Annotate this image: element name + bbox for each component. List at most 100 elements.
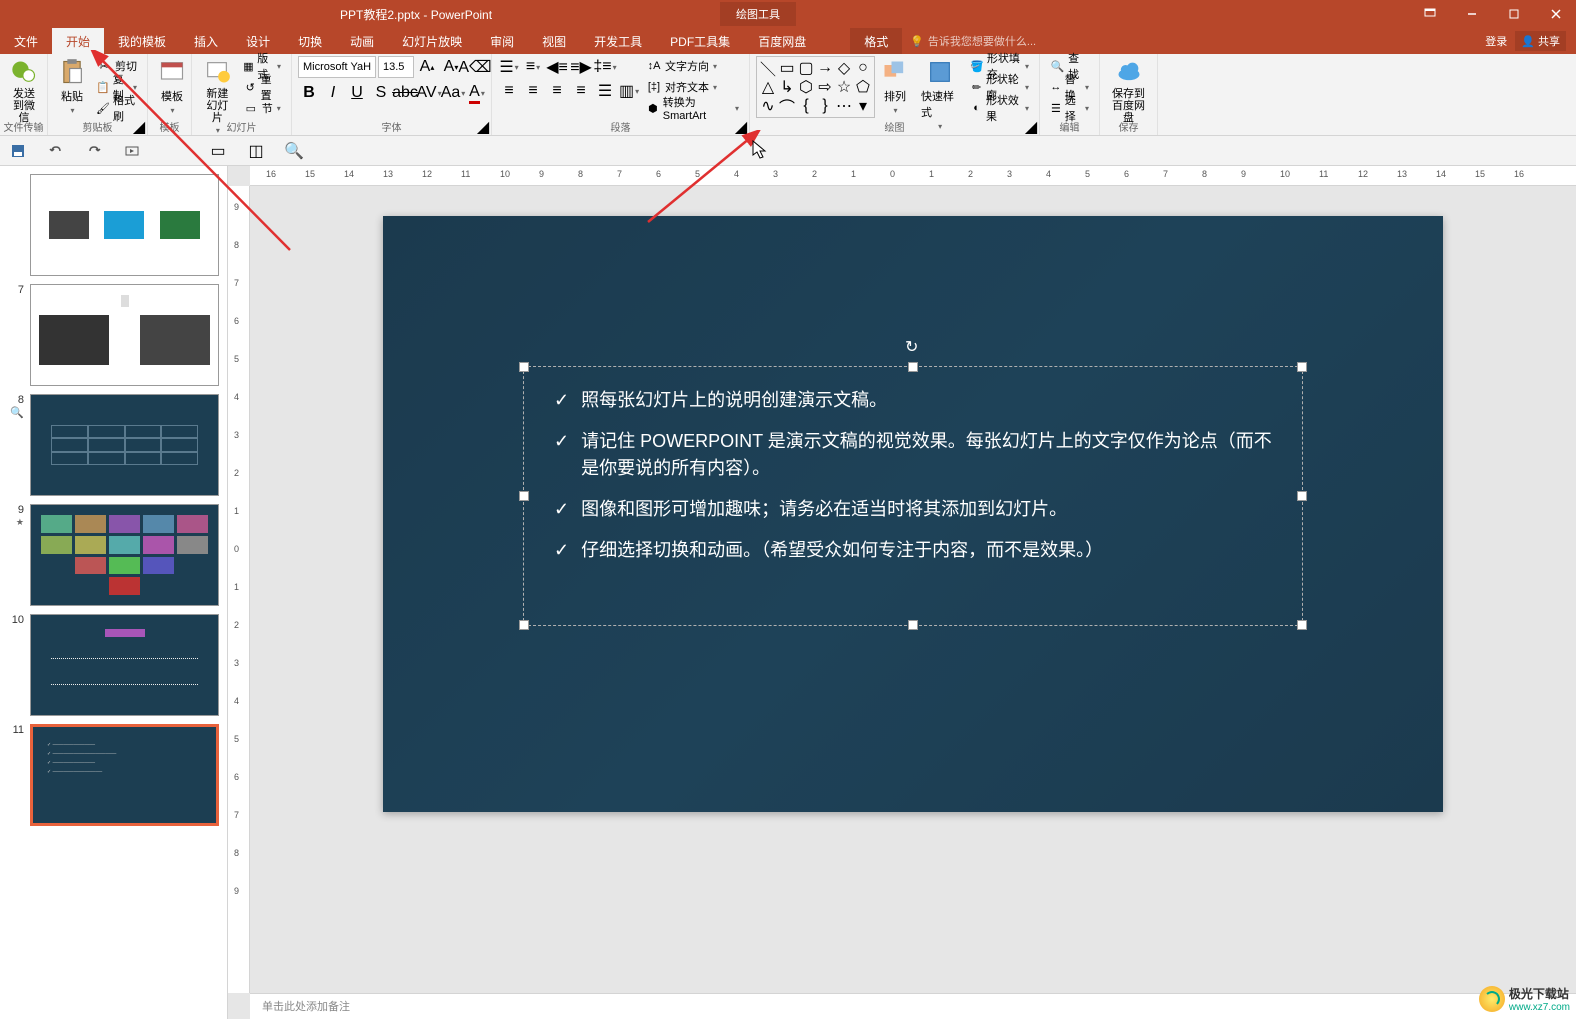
shape-triangle-icon[interactable]: △: [759, 78, 777, 96]
justify-button[interactable]: ≡: [570, 80, 592, 102]
rotate-handle-icon[interactable]: ↻: [905, 337, 921, 353]
slide-thumb-7[interactable]: [30, 284, 219, 386]
align-center-button[interactable]: ≡: [522, 80, 544, 102]
change-case-button[interactable]: Aa▾: [442, 82, 464, 104]
bullet-text-1[interactable]: 照每张幻灯片上的说明创建演示文稿。: [581, 387, 887, 414]
clear-format-button[interactable]: A⌫: [464, 56, 486, 78]
font-name-select[interactable]: [298, 56, 376, 78]
slide-thumb-11[interactable]: ✓ ──────────── ✓ ────────────────── ✓ ──…: [30, 724, 219, 826]
tab-transition[interactable]: 切换: [284, 28, 336, 54]
shape-rect2-icon[interactable]: ▢: [797, 59, 815, 77]
tab-format[interactable]: 格式: [850, 28, 902, 54]
line-spacing-button[interactable]: ‡≡▾: [594, 56, 616, 78]
shape-star-icon[interactable]: ☆: [835, 78, 853, 96]
tab-slideshow[interactable]: 幻灯片放映: [388, 28, 476, 54]
share-button[interactable]: 👤 共享: [1515, 31, 1566, 51]
qat-btn-b[interactable]: ◫: [246, 141, 266, 161]
shapes-gallery[interactable]: ＼ ▭ ▢ → ◇ ○ △ ↳ ⬡ ⇨ ☆ ⬠ ∿ ⌒ { } ⋯ ▾: [756, 56, 875, 118]
shape-callout-icon[interactable]: ⬠: [854, 78, 872, 96]
reset-button[interactable]: ↺重置: [239, 77, 285, 97]
arrange-button[interactable]: 排列▾: [877, 56, 913, 117]
bullets-button[interactable]: ☰▾: [498, 56, 520, 78]
font-size-select[interactable]: [378, 56, 414, 78]
minimize-button[interactable]: [1452, 0, 1492, 28]
horizontal-ruler[interactable]: 1615141312111098765432101234567891011121…: [250, 166, 1576, 186]
resize-handle-bm[interactable]: [908, 620, 918, 630]
send-to-wechat-button[interactable]: 发送 到微信: [6, 56, 42, 126]
bold-button[interactable]: B: [298, 82, 320, 104]
shape-expand-icon[interactable]: ▾: [854, 97, 872, 115]
save-button[interactable]: [8, 141, 28, 161]
ribbon-options-icon[interactable]: [1410, 0, 1450, 28]
format-painter-button[interactable]: 🖌格式刷: [92, 98, 141, 118]
content-text-box[interactable]: ↻ ✓照每张幻灯片上的说明创建演示文稿。 ✓请记住 POWERPOINT 是演示…: [523, 366, 1303, 626]
resize-handle-tr[interactable]: [1297, 362, 1307, 372]
shape-brace-icon[interactable]: {: [797, 97, 815, 115]
font-launcher[interactable]: ◢: [477, 121, 489, 133]
resize-handle-br[interactable]: [1297, 620, 1307, 630]
tab-review[interactable]: 审阅: [476, 28, 528, 54]
drawing-launcher[interactable]: ◢: [1025, 121, 1037, 133]
shadow-button[interactable]: S: [370, 82, 392, 104]
resize-handle-mr[interactable]: [1297, 491, 1307, 501]
start-from-beginning-button[interactable]: [122, 141, 142, 161]
slide-thumb-9[interactable]: [30, 504, 219, 606]
shape-oval-icon[interactable]: ○: [854, 59, 872, 77]
qat-btn-c[interactable]: 🔍: [284, 141, 304, 161]
vertical-ruler[interactable]: 9876543210123456789: [228, 186, 250, 993]
shape-arc-icon[interactable]: ⌒: [778, 97, 796, 115]
text-direction-button[interactable]: ↕A文字方向▾: [642, 56, 743, 76]
tab-developer[interactable]: 开发工具: [580, 28, 656, 54]
clipboard-launcher[interactable]: ◢: [133, 121, 145, 133]
resize-handle-tm[interactable]: [908, 362, 918, 372]
char-spacing-button[interactable]: AV▾: [418, 82, 440, 104]
bullet-text-2[interactable]: 请记住 POWERPOINT 是演示文稿的视觉效果。每张幻灯片上的文字仅作为论点…: [581, 428, 1272, 482]
shape-more-icon[interactable]: ⋯: [835, 97, 853, 115]
shape-effect-button[interactable]: ◐形状效果▾: [966, 98, 1033, 118]
select-button[interactable]: ☰选择▾: [1046, 98, 1093, 118]
slide-thumb-8[interactable]: [30, 394, 219, 496]
shape-hexagon-icon[interactable]: ⬡: [797, 78, 815, 96]
save-baidu-button[interactable]: 保存到 百度网盘: [1106, 56, 1151, 126]
align-left-button[interactable]: ≡: [498, 80, 520, 102]
shape-curve-icon[interactable]: ∿: [759, 97, 777, 115]
tab-pdf[interactable]: PDF工具集: [656, 28, 744, 54]
resize-handle-ml[interactable]: [519, 491, 529, 501]
redo-button[interactable]: [84, 141, 104, 161]
columns-button[interactable]: ▥▾: [618, 80, 640, 102]
align-right-button[interactable]: ≡: [546, 80, 568, 102]
decrease-indent-button[interactable]: ◀≡: [546, 56, 568, 78]
font-color-button[interactable]: A▾: [466, 82, 488, 104]
shape-diamond-icon[interactable]: ◇: [835, 59, 853, 77]
tab-mytemplate[interactable]: 我的模板: [104, 28, 180, 54]
slide-canvas[interactable]: ↻ ✓照每张幻灯片上的说明创建演示文稿。 ✓请记住 POWERPOINT 是演示…: [383, 216, 1443, 812]
login-link[interactable]: 登录: [1485, 33, 1507, 49]
tab-baidu[interactable]: 百度网盘: [744, 28, 820, 54]
canvas-area[interactable]: ↻ ✓照每张幻灯片上的说明创建演示文稿。 ✓请记住 POWERPOINT 是演示…: [250, 186, 1576, 993]
strikethrough-button[interactable]: abc: [394, 82, 416, 104]
resize-handle-bl[interactable]: [519, 620, 529, 630]
paste-button[interactable]: 粘贴▾: [54, 56, 90, 117]
bullet-text-4[interactable]: 仔细选择切换和动画。（希望受众如何专注于内容，而不是效果。）: [581, 537, 1103, 564]
shape-arrow2-icon[interactable]: ⇨: [816, 78, 834, 96]
increase-font-button[interactable]: A▴: [416, 56, 438, 78]
notes-area[interactable]: 单击此处添加备注: [250, 993, 1576, 1019]
shape-rect-icon[interactable]: ▭: [778, 59, 796, 77]
close-button[interactable]: [1536, 0, 1576, 28]
shape-arrow-icon[interactable]: →: [816, 59, 834, 77]
tab-home[interactable]: 开始: [52, 28, 104, 54]
maximize-button[interactable]: [1494, 0, 1534, 28]
section-button[interactable]: ▭节▾: [239, 98, 285, 118]
underline-button[interactable]: U: [346, 82, 368, 104]
qat-btn-a[interactable]: ▭: [208, 141, 228, 161]
smartart-button[interactable]: ⬢转换为 SmartArt▾: [642, 98, 743, 118]
distribute-button[interactable]: ☰: [594, 80, 616, 102]
bullet-text-3[interactable]: 图像和图形可增加趣味；请务必在适当时将其添加到幻灯片。: [581, 496, 1067, 523]
tab-animation[interactable]: 动画: [336, 28, 388, 54]
increase-indent-button[interactable]: ≡▶: [570, 56, 592, 78]
template-button[interactable]: 模板▾: [154, 56, 190, 117]
shape-line-icon[interactable]: ＼: [759, 59, 777, 77]
undo-button[interactable]: [46, 141, 66, 161]
shape-brace2-icon[interactable]: }: [816, 97, 834, 115]
tab-file[interactable]: 文件: [0, 28, 52, 54]
